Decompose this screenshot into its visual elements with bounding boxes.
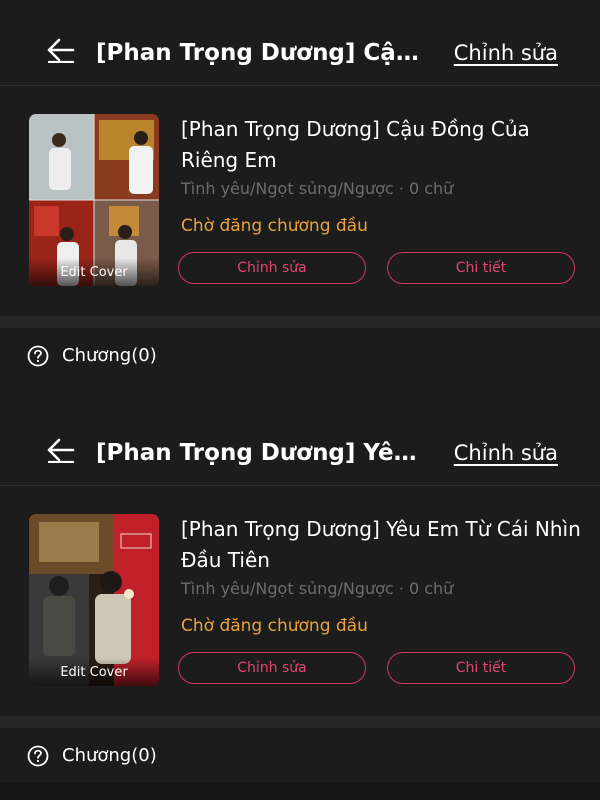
story-meta: Tình yêu/Ngọt sủng/Ngược · 0 chữ — [181, 179, 454, 198]
divider — [0, 316, 600, 328]
story-card: Edit Cover [Phan Trọng Dương] Yêu Em Từ … — [0, 486, 600, 716]
story-title: [Phan Trọng Dương] Cậu Đồng Của Riêng Em — [181, 117, 530, 172]
chapters-row[interactable]: Chương(0) — [0, 728, 600, 783]
story-cover[interactable]: Edit Cover — [29, 114, 159, 286]
chapters-row[interactable]: Chương(0) — [0, 328, 600, 383]
story-status: Chờ đăng chương đầu — [181, 616, 368, 636]
section-gap — [0, 383, 600, 400]
header-title: [Phan Trọng Dương] Cậu... — [96, 40, 426, 66]
story-section-2: [Phan Trọng Dương] Yêu... Chỉnh sửa Edit… — [0, 400, 600, 783]
question-circle-icon — [27, 745, 49, 767]
header-title: [Phan Trọng Dương] Yêu... — [96, 440, 426, 466]
divider — [0, 716, 600, 728]
chapters-label: Chương(0) — [62, 745, 157, 766]
arrow-left-icon — [47, 38, 75, 63]
edit-cover-label[interactable]: Edit Cover — [29, 258, 159, 286]
detail-button[interactable]: Chi tiết — [387, 252, 575, 284]
story-status: Chờ đăng chương đầu — [181, 216, 368, 236]
arrow-left-icon — [47, 438, 75, 463]
story-header: [Phan Trọng Dương] Yêu... Chỉnh sửa — [0, 400, 600, 486]
header-edit-link[interactable]: Chỉnh sửa — [454, 38, 558, 68]
story-section-1: [Phan Trọng Dương] Cậu... Chỉnh sửa Edit… — [0, 0, 600, 383]
question-circle-icon — [27, 345, 49, 367]
story-cover[interactable]: Edit Cover — [29, 514, 159, 686]
story-card: Edit Cover [Phan Trọng Dương] Cậu Đồng C… — [0, 86, 600, 316]
edit-cover-label[interactable]: Edit Cover — [29, 658, 159, 686]
header-edit-link[interactable]: Chỉnh sửa — [454, 438, 558, 468]
back-button[interactable] — [40, 30, 80, 70]
chapters-label: Chương(0) — [62, 345, 157, 366]
story-title: [Phan Trọng Dương] Yêu Em Từ Cái Nhìn Đầ… — [181, 517, 581, 572]
story-meta: Tình yêu/Ngọt sủng/Ngược · 0 chữ — [181, 579, 454, 598]
detail-button[interactable]: Chi tiết — [387, 652, 575, 684]
back-button[interactable] — [40, 430, 80, 470]
edit-button[interactable]: Chỉnh sửa — [178, 652, 366, 684]
edit-button[interactable]: Chỉnh sửa — [178, 252, 366, 284]
story-header: [Phan Trọng Dương] Cậu... Chỉnh sửa — [0, 0, 600, 86]
